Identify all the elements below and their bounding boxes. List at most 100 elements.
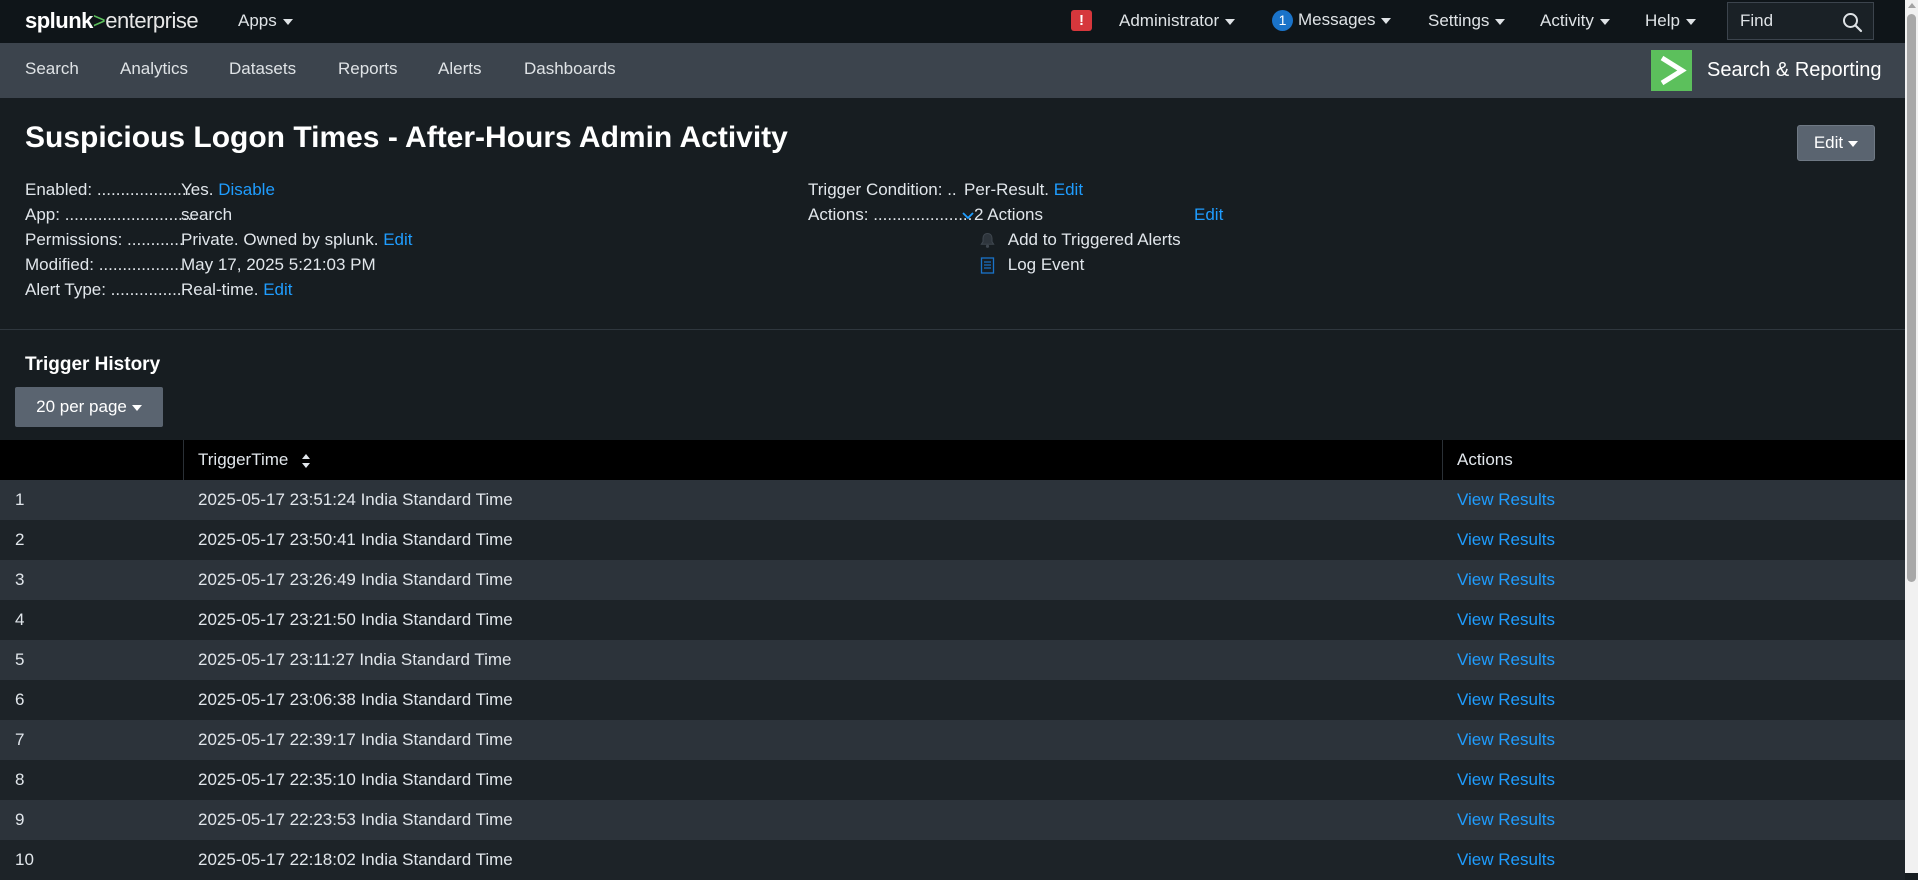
permissions-label: Permissions: ............ bbox=[25, 230, 184, 249]
row-number: 5 bbox=[15, 650, 25, 669]
table-row: 4 2025-05-17 23:21:50 India Standard Time… bbox=[0, 600, 1905, 640]
nav-datasets[interactable]: Datasets bbox=[229, 59, 296, 79]
view-results-link[interactable]: View Results bbox=[1457, 680, 1555, 720]
page-scrollbar[interactable] bbox=[1905, 0, 1918, 873]
table-row: 7 2025-05-17 22:39:17 India Standard Time… bbox=[0, 720, 1905, 760]
nav-search[interactable]: Search bbox=[25, 59, 79, 79]
trigger-time-cell: 2025-05-17 23:11:27 India Standard Time bbox=[198, 650, 512, 669]
actions-toggle[interactable]: 2 Actions bbox=[962, 205, 1043, 225]
table-row: 1 2025-05-17 23:51:24 India Standard Time… bbox=[0, 480, 1905, 520]
column-header-actions: Actions bbox=[1457, 450, 1513, 469]
row-number: 3 bbox=[15, 570, 25, 589]
view-results-link[interactable]: View Results bbox=[1457, 480, 1555, 520]
table-row: 3 2025-05-17 23:26:49 India Standard Time… bbox=[0, 560, 1905, 600]
row-number: 10 bbox=[15, 850, 34, 869]
find-input[interactable] bbox=[1740, 11, 1835, 31]
trigger-condition-label: Trigger Condition: .. bbox=[808, 180, 957, 199]
view-results-link[interactable]: View Results bbox=[1457, 520, 1555, 560]
view-results-link[interactable]: View Results bbox=[1457, 840, 1555, 880]
chevron-down-icon bbox=[282, 18, 293, 25]
chevron-down-icon bbox=[1848, 140, 1859, 147]
system-alert-icon[interactable]: ! bbox=[1071, 10, 1092, 31]
permissions-edit-link[interactable]: Edit bbox=[383, 230, 412, 249]
section-divider bbox=[0, 329, 1905, 330]
sort-icon bbox=[302, 453, 311, 468]
trigger-time-cell: 2025-05-17 23:06:38 India Standard Time bbox=[198, 690, 513, 709]
alert-type-label: Alert Type: ............... bbox=[25, 280, 182, 299]
nav-reports[interactable]: Reports bbox=[338, 59, 398, 79]
chevron-down-icon bbox=[1225, 18, 1236, 25]
chevron-down-icon bbox=[1599, 18, 1610, 25]
nav-analytics[interactable]: Analytics bbox=[120, 59, 188, 79]
trigger-time-cell: 2025-05-17 23:26:49 India Standard Time bbox=[198, 570, 513, 589]
trigger-time-cell: 2025-05-17 22:39:17 India Standard Time bbox=[198, 730, 513, 749]
trigger-condition-edit-link[interactable]: Edit bbox=[1054, 180, 1083, 199]
column-header-trigger-time[interactable]: TriggerTime bbox=[198, 440, 311, 480]
row-number: 6 bbox=[15, 690, 25, 709]
modified-value: May 17, 2025 5:21:03 PM bbox=[181, 255, 376, 274]
actions-edit-link[interactable]: Edit bbox=[1194, 205, 1223, 225]
view-results-link[interactable]: View Results bbox=[1457, 640, 1555, 680]
scrollbar-thumb[interactable] bbox=[1907, 14, 1916, 582]
view-results-link[interactable]: View Results bbox=[1457, 600, 1555, 640]
apps-menu[interactable]: Apps bbox=[238, 11, 293, 31]
alert-type-edit-link[interactable]: Edit bbox=[263, 280, 292, 299]
row-number: 7 bbox=[15, 730, 25, 749]
trigger-history-table: TriggerTime Actions 1 2025-05-17 23:51:24… bbox=[0, 440, 1905, 880]
alert-type-value: Real-time. bbox=[181, 280, 259, 299]
chevron-down-icon bbox=[131, 404, 142, 411]
find-box bbox=[1727, 2, 1874, 40]
settings-label: Settings bbox=[1428, 11, 1490, 30]
chevron-down-icon bbox=[1685, 18, 1696, 25]
actions-count: 2 Actions bbox=[974, 205, 1043, 224]
activity-menu[interactable]: Activity bbox=[1540, 11, 1610, 31]
actions-label: Actions: ..................... bbox=[808, 205, 973, 224]
view-results-link[interactable]: View Results bbox=[1457, 760, 1555, 800]
table-header: TriggerTime Actions bbox=[0, 440, 1905, 480]
scroll-up-arrow-icon[interactable] bbox=[1908, 3, 1916, 8]
per-page-dropdown[interactable]: 20 per page bbox=[15, 387, 163, 427]
help-menu[interactable]: Help bbox=[1645, 11, 1696, 31]
edit-button-label: Edit bbox=[1813, 133, 1844, 152]
action-triggered-alerts: Add to Triggered Alerts bbox=[1007, 230, 1181, 249]
apps-menu-label: Apps bbox=[238, 11, 277, 30]
table-row: 2 2025-05-17 23:50:41 India Standard Time… bbox=[0, 520, 1905, 560]
row-number: 2 bbox=[15, 530, 25, 549]
splunk-logo[interactable]: splunk>enterprise bbox=[25, 8, 199, 34]
trigger-time-cell: 2025-05-17 23:51:24 India Standard Time bbox=[198, 490, 513, 509]
nav-alerts[interactable]: Alerts bbox=[438, 59, 481, 79]
help-label: Help bbox=[1645, 11, 1680, 30]
disable-link[interactable]: Disable bbox=[218, 180, 275, 199]
settings-menu[interactable]: Settings bbox=[1428, 11, 1506, 31]
document-icon bbox=[980, 257, 995, 274]
view-results-link[interactable]: View Results bbox=[1457, 800, 1555, 840]
column-divider bbox=[1442, 440, 1443, 480]
edit-dropdown-button[interactable]: Edit bbox=[1797, 125, 1875, 161]
nav-dashboards[interactable]: Dashboards bbox=[524, 59, 616, 79]
app-label: App: ............................ bbox=[25, 205, 197, 224]
view-results-link[interactable]: View Results bbox=[1457, 720, 1555, 760]
table-body: 1 2025-05-17 23:51:24 India Standard Time… bbox=[0, 480, 1905, 880]
enabled-value: Yes. bbox=[181, 180, 214, 199]
trigger-time-cell: 2025-05-17 22:35:10 India Standard Time bbox=[198, 770, 513, 789]
view-results-link[interactable]: View Results bbox=[1457, 560, 1555, 600]
app-nav-bar: Search Analytics Datasets Reports Alerts… bbox=[0, 43, 1905, 98]
messages-label: Messages bbox=[1298, 10, 1376, 29]
action-log-event: Log Event bbox=[1007, 255, 1085, 274]
app-title[interactable]: Search & Reporting bbox=[1707, 59, 1882, 82]
page-title: Suspicious Logon Times - After-Hours Adm… bbox=[25, 121, 788, 154]
trigger-condition-value: Per-Result. bbox=[964, 180, 1050, 199]
row-number: 1 bbox=[15, 490, 25, 509]
trigger-history-title: Trigger History bbox=[25, 354, 161, 375]
enabled-label: Enabled: .................... bbox=[25, 180, 192, 199]
administrator-menu[interactable]: Administrator bbox=[1119, 11, 1236, 31]
trigger-time-cell: 2025-05-17 23:21:50 India Standard Time bbox=[198, 610, 513, 629]
app-value: search bbox=[181, 205, 233, 224]
messages-count-badge: 1 bbox=[1272, 10, 1293, 31]
per-page-label: 20 per page bbox=[36, 397, 127, 416]
app-logo-icon bbox=[1651, 50, 1692, 91]
row-number: 8 bbox=[15, 770, 25, 789]
administrator-label: Administrator bbox=[1119, 11, 1220, 30]
search-icon[interactable] bbox=[1842, 12, 1863, 38]
messages-menu[interactable]: 1 Messages bbox=[1272, 10, 1392, 31]
